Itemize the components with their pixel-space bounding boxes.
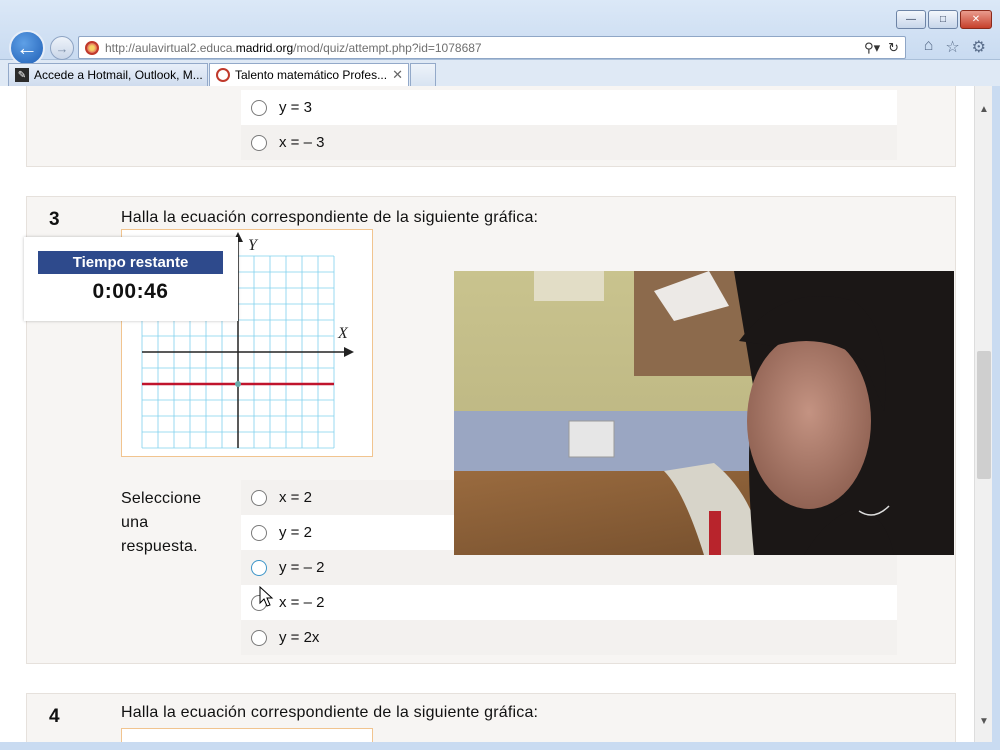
question-number: 4 <box>49 706 60 727</box>
address-url[interactable]: http://aulavirtual2.educa.madrid.org/mod… <box>105 41 482 55</box>
answer-option[interactable]: y = 2x <box>241 620 897 655</box>
answer-option[interactable]: x = – 2 <box>241 585 897 620</box>
arrow-left-icon: ← <box>16 35 38 60</box>
back-button[interactable]: ← <box>9 30 45 66</box>
chevron-up-icon[interactable]: ▲ <box>975 100 993 118</box>
question-text: Halla la ecuación correspondiente de la … <box>121 209 539 226</box>
address-tools: ⚲▾ ↻ <box>864 40 899 56</box>
arrow-right-icon: → <box>55 40 69 56</box>
option-label: y = 3 <box>279 99 312 116</box>
tab-favicon-icon: ✎ <box>15 68 29 82</box>
option-label: x = 2 <box>279 489 312 506</box>
url-prefix: http://aulavirtual2.educa. <box>105 40 236 55</box>
url-path: /mod/quiz/attempt.php?id=1078687 <box>293 40 482 55</box>
option-label: y = 2x <box>279 629 320 646</box>
timer-title: Tiempo restante <box>38 251 223 274</box>
radio-button[interactable] <box>251 524 267 541</box>
close-button[interactable]: ✕ <box>960 10 992 29</box>
mouse-cursor-icon <box>259 586 274 607</box>
window-frame <box>0 742 1000 750</box>
time-remaining-panel: Tiempo restante 0:00:46 <box>24 237 238 321</box>
tab-strip: ✎ Accede a Hotmail, Outlook, M... Talent… <box>0 62 1000 86</box>
webcam-video <box>454 271 954 555</box>
close-tab-icon[interactable]: ✕ <box>392 67 403 83</box>
question-text: Halla la ecuación correspondiente de la … <box>121 704 539 721</box>
radio-button[interactable] <box>251 629 267 646</box>
chevron-down-icon[interactable]: ▼ <box>975 712 993 730</box>
window-controls: — □ ✕ <box>896 10 992 29</box>
question-number: 3 <box>49 209 60 230</box>
favorites-star-icon[interactable]: ☆ <box>945 37 959 57</box>
answer-option[interactable]: y = 3 <box>241 90 897 125</box>
question-2: y = 3 x = – 3 <box>26 86 956 167</box>
tab-hotmail[interactable]: ✎ Accede a Hotmail, Outlook, M... <box>8 63 208 86</box>
answer-option[interactable]: y = – 2 <box>241 550 897 585</box>
tab-label: Talento matemático Profes... <box>235 68 388 82</box>
home-icon[interactable]: ⌂ <box>924 37 934 57</box>
option-label: y = 2 <box>279 524 312 541</box>
address-bar[interactable]: http://aulavirtual2.educa.madrid.org/mod… <box>78 36 906 59</box>
search-icon[interactable]: ⚲▾ <box>864 40 880 56</box>
forward-button[interactable]: → <box>50 36 74 60</box>
radio-button[interactable] <box>251 489 267 506</box>
x-axis-label: X <box>337 325 349 342</box>
option-label: y = – 2 <box>279 559 325 576</box>
option-label: x = – 3 <box>279 134 325 151</box>
gear-icon[interactable]: ⚙ <box>972 37 986 57</box>
webcam-frame-image <box>454 271 954 555</box>
tab-talento[interactable]: Talento matemático Profes... ✕ <box>209 63 409 86</box>
y-axis-label: Y <box>248 237 259 254</box>
new-tab-button[interactable] <box>410 63 436 86</box>
intercept-point <box>235 381 241 387</box>
radio-button[interactable] <box>251 134 267 151</box>
radio-button[interactable] <box>251 559 267 576</box>
radio-button[interactable] <box>251 99 267 116</box>
vertical-scrollbar[interactable]: ▲ ▼ <box>974 86 992 742</box>
x-axis-arrow-icon <box>344 347 354 357</box>
minimize-button[interactable]: — <box>896 10 926 29</box>
question-graph <box>121 728 373 742</box>
url-domain: madrid.org <box>235 40 294 55</box>
question-4: 4 Halla la ecuación correspondiente de l… <box>26 693 956 742</box>
option-label: x = – 2 <box>279 594 325 611</box>
refresh-icon[interactable]: ↻ <box>888 40 899 56</box>
tab-label: Accede a Hotmail, Outlook, M... <box>34 68 203 82</box>
timer-value: 0:00:46 <box>38 277 223 307</box>
site-favicon-icon <box>85 40 99 55</box>
tab-favicon-icon <box>216 68 230 82</box>
maximize-button[interactable]: □ <box>928 10 958 29</box>
scroll-thumb[interactable] <box>977 351 991 479</box>
select-answer-label: Seleccione una respuesta. <box>121 490 202 555</box>
answer-option[interactable]: x = – 3 <box>241 125 897 160</box>
toolbar-icons: ⌂ ☆ ⚙ <box>924 37 986 57</box>
window-frame <box>992 86 1000 742</box>
